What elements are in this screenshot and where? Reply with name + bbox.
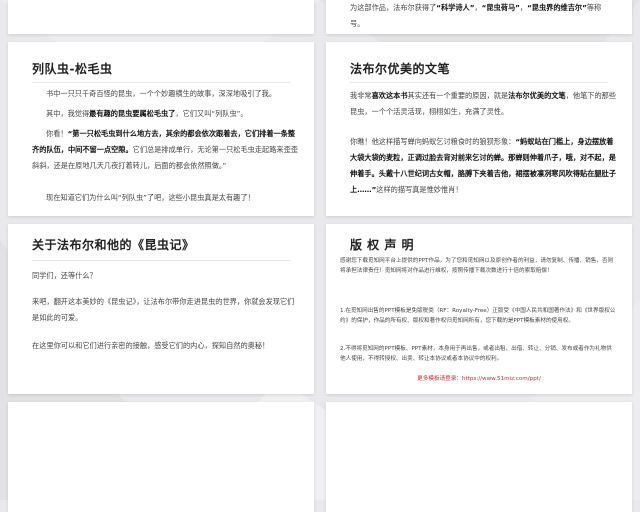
title-homer: “昆虫荷马” [481, 3, 520, 12]
title-poet: “科学诗人” [436, 3, 475, 12]
paragraph-3: 你看！“第一只松毛虫到什么地方去，其余的都会依次跟着去，它们排着一条整齐的队伍，… [32, 126, 300, 174]
card-about-fabre: 关于法布尔和他的《昆虫记》 同学们，还等什么？ 来吧，翻开这本美妙的《昆虫记》，… [8, 224, 314, 394]
more-templates-link[interactable]: https://www.51miz.com/ppt/ [462, 376, 541, 382]
highlight: 喜欢这本书 [371, 91, 408, 100]
text: ，它们又叫“列队虫”。 [175, 109, 248, 118]
paragraph-1: 书中一只只千奇百怪的昆虫，一个个妙趣横生的故事，深深地吸引了我。 [46, 86, 298, 102]
card-bottom-left-partial [8, 402, 314, 512]
paragraph-2: 其中，我觉得最有趣的昆虫要属松毛虫了，它们又叫“列队虫”。 [46, 106, 298, 122]
highlight: 法布尔优美的文笔 [508, 91, 566, 100]
divider [32, 260, 290, 261]
separator: ， [519, 3, 528, 12]
text: 2.不得将觅知网的PPT模板、PPT素材，本身用于再出售，或者出租、出借、转让、… [340, 346, 612, 362]
card-caterpillar: 列队虫-松毛虫 书中一只只千奇百怪的昆虫，一个个妙趣横生的故事，深深地吸引了我。… [8, 42, 314, 216]
text: 你瞧！他这样描写蝉向蚂蚁乞讨粮食时的狼狈形象： [350, 137, 516, 146]
card-copyright: 版 权 声 明 感谢您下载觅知网平台上提供的PPT作品，为了您和觅知网以及原创作… [326, 224, 632, 394]
more-templates-line: 更多模板请登录：https://www.51miz.com/ppt/ [326, 374, 632, 384]
text-segment: 为这部作品，法布尔获得了 [350, 3, 437, 12]
divider [32, 82, 290, 83]
card-writing-style: 法布尔优美的文笔 我非常喜欢这本书其实还有一个重要的原因，就是法布尔优美的文笔，… [326, 42, 632, 216]
separator: ， [474, 3, 482, 12]
more-templates-label: 更多模板请登录： [417, 376, 462, 382]
paragraph-2: 来吧，翻开这本美妙的《昆虫记》，让法布尔带你走进昆虫的世界，你就会发现它们是如此… [32, 294, 300, 326]
text: 1.在觅知网出售的PPT模板是免版税类（RF：Royalty-Free）正版受《… [340, 308, 616, 324]
text: 书中一只只千奇百怪的昆虫，一个个妙趣横生的故事，深深地吸引了我。 [46, 89, 277, 98]
divider [350, 82, 608, 83]
card-bottom-right-partial [326, 402, 632, 512]
copyright-paragraph-1: 感谢您下载觅知网平台上提供的PPT作品，为了您和觅知网以及原创作者的利益，请勿复… [340, 256, 616, 276]
top-right-text: 为这部作品，法布尔获得了“科学诗人”，“昆虫荷马”，“昆虫界的维吉尔”等称号。 [350, 0, 612, 32]
text: 同学们，还等什么？ [32, 271, 97, 280]
card-top-right-partial: 为这部作品，法布尔获得了“科学诗人”，“昆虫荷马”，“昆虫界的维吉尔”等称号。 [326, 0, 632, 34]
copyright-paragraph-2: 1.在觅知网出售的PPT模板是免版税类（RF：Royalty-Free）正版受《… [340, 306, 616, 326]
card-title: 版 权 声 明 [350, 238, 415, 252]
paragraph-1: 我非常喜欢这本书其实还有一个重要的原因，就是法布尔优美的文笔，他笔下的那些昆虫，… [350, 88, 616, 120]
text: 这样的描写真是惟妙惟肖！ [376, 185, 463, 194]
text: 其中，我觉得 [46, 109, 90, 118]
text: 我非常 [350, 91, 372, 100]
paragraph-3: 在这里你可以和它们进行亲密的接触，感受它们的内心，探知自然的奥秘！ [32, 338, 300, 354]
text: 在这里你可以和它们进行亲密的接触，感受它们的内心，探知自然的奥秘！ [32, 341, 270, 350]
card-title: 关于法布尔和他的《昆虫记》 [32, 238, 195, 252]
paragraph-2: 你瞧！他这样描写蝉向蚂蚁乞讨粮食时的狼狈形象：“蚂蚁站在门槛上，身边摆放着大袋大… [350, 134, 616, 198]
text: 你看！ [46, 129, 68, 138]
title-virgil: “昆虫界的维吉尔” [527, 3, 587, 12]
paragraph-1: 同学们，还等什么？ [32, 268, 300, 284]
copyright-paragraph-3: 2.不得将觅知网的PPT模板、PPT素材，本身用于再出售，或者出租、出借、转让、… [340, 344, 616, 364]
card-top-left-partial [8, 0, 314, 34]
card-title: 列队虫-松毛虫 [32, 62, 113, 76]
paragraph-4: 现在知道它们为什么叫“列队虫”了吧，这些小昆虫真是太有趣了！ [32, 190, 300, 206]
text: 来吧，翻开这本美妙的《昆虫记》，让法布尔带你走进昆虫的世界，你就会发现它们是如此… [32, 297, 295, 322]
text: 其实还有一个重要的原因，就是 [407, 91, 509, 100]
highlight: 最有趣的昆虫要属松毛虫了 [89, 109, 176, 118]
text: 感谢您下载觅知网平台上提供的PPT作品，为了您和觅知网以及原创作者的利益，请勿复… [340, 258, 614, 274]
text: 现在知道它们为什么叫“列队虫”了吧，这些小昆虫真是太有趣了！ [46, 193, 255, 202]
card-title: 法布尔优美的文笔 [350, 62, 451, 76]
